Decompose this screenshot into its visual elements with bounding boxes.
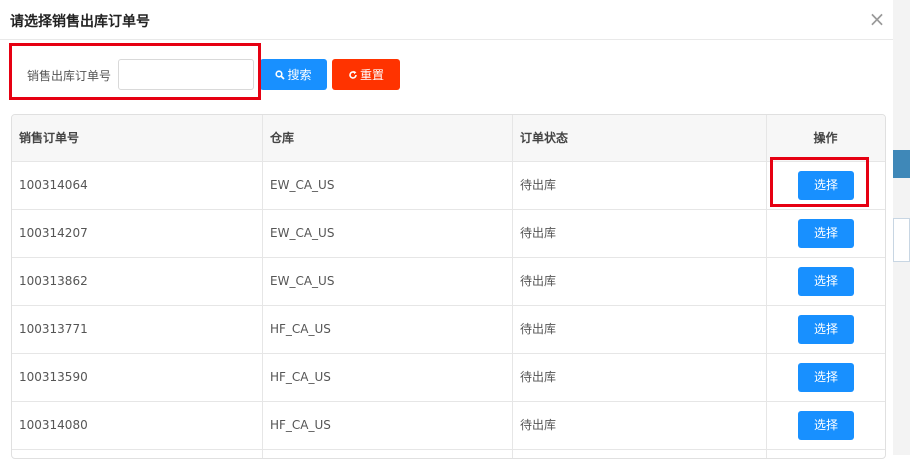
search-label: 销售出库订单号 (27, 69, 112, 83)
search-button[interactable]: 搜索 (260, 59, 327, 90)
select-button[interactable]: 选择 (798, 267, 854, 296)
select-button[interactable]: 选择 (798, 411, 854, 440)
order-no-cell: 100313590 (19, 370, 88, 384)
status-cell: 待出库 (520, 322, 557, 336)
dialog-header: 请选择销售出库订单号 × (0, 0, 893, 40)
search-icon (275, 69, 286, 80)
order-no-cell: 100314080 (19, 418, 88, 432)
column-divider (262, 115, 263, 458)
background-header-bar (893, 150, 910, 178)
header-order-no: 销售订单号 (19, 131, 80, 145)
warehouse-cell: HF_CA_US (270, 370, 331, 384)
close-icon[interactable]: × (866, 8, 888, 30)
dialog-title: 请选择销售出库订单号 (10, 14, 150, 30)
warehouse-cell: HF_CA_US (270, 322, 331, 336)
reset-button-label: 重置 (359, 68, 384, 82)
status-cell: 待出库 (520, 370, 557, 384)
warehouse-cell: EW_CA_US (270, 226, 335, 240)
header-action: 操作 (813, 131, 838, 145)
table-row: 100313771 HF_CA_US 待出库 选择 (12, 306, 885, 354)
status-cell: 待出库 (520, 226, 557, 240)
order-no-cell: 100313771 (19, 322, 88, 336)
order-table: 销售订单号 仓库 订单状态 操作 100314064 EW_CA_US 待出库 … (11, 114, 886, 459)
table-row: 100314207 EW_CA_US 待出库 选择 (12, 210, 885, 258)
select-button[interactable]: 选择 (798, 219, 854, 248)
status-cell: 待出库 (520, 178, 557, 192)
search-button-label: 搜索 (287, 68, 312, 82)
background-panel (893, 218, 910, 262)
table-row: 100314064 EW_CA_US 待出库 选择 (12, 162, 885, 210)
table-row: 100313590 HF_CA_US 待出库 选择 (12, 354, 885, 402)
warehouse-cell: EW_CA_US (270, 178, 335, 192)
header-warehouse: 仓库 (270, 131, 295, 145)
header-status: 订单状态 (520, 131, 569, 145)
select-button[interactable]: 选择 (798, 363, 854, 392)
reset-button[interactable]: 重置 (332, 59, 400, 90)
order-no-cell: 100314064 (19, 178, 88, 192)
order-no-cell: 100314207 (19, 226, 88, 240)
table-header: 销售订单号 仓库 订单状态 操作 (12, 115, 885, 162)
order-no-input[interactable] (118, 59, 254, 90)
select-button[interactable]: 选择 (798, 315, 854, 344)
warehouse-cell: HF_CA_US (270, 418, 331, 432)
select-button[interactable]: 选择 (798, 171, 854, 200)
table-row: 100314080 HF_CA_US 待出库 选择 (12, 402, 885, 450)
order-select-dialog: 请选择销售出库订单号 × 销售出库订单号 搜索 重置 销售订单号 仓库 订单状态… (0, 0, 893, 459)
column-divider (766, 115, 767, 458)
table-row: 100313862 EW_CA_US 待出库 选择 (12, 258, 885, 306)
status-cell: 待出库 (520, 418, 557, 432)
warehouse-cell: EW_CA_US (270, 274, 335, 288)
status-cell: 待出库 (520, 274, 557, 288)
order-no-cell: 100313862 (19, 274, 88, 288)
refresh-icon (349, 70, 357, 79)
column-divider (512, 115, 513, 458)
